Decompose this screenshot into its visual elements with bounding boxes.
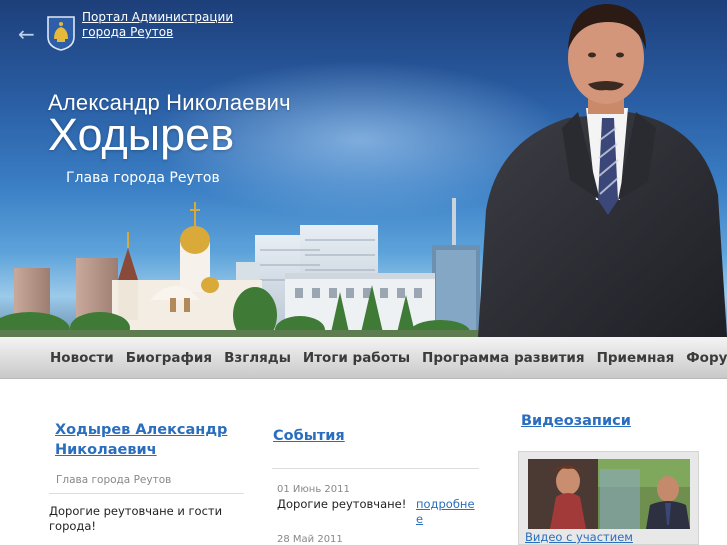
nav-item-news[interactable]: Новости (44, 347, 120, 369)
portal-link-line2: города Реутов (82, 25, 174, 39)
page: ← Портал Администрации города Реутов Але… (0, 0, 727, 545)
city-crest-icon[interactable] (46, 15, 76, 51)
person-surname: Ходырев (48, 109, 235, 160)
nav-item-reception[interactable]: Приемная (591, 347, 681, 369)
nav-item-results[interactable]: Итоги работы (297, 347, 416, 369)
nav-item-biography[interactable]: Биография (120, 347, 218, 369)
nav-item-views[interactable]: Взгляды (218, 347, 297, 369)
events-heading-link[interactable]: События (273, 428, 345, 444)
profile-heading-line1: Ходырев Александр (55, 422, 228, 438)
event-date: 28 Май 2011 (277, 534, 343, 545)
video-thumbnail[interactable] (528, 459, 690, 529)
nav-item-program[interactable]: Программа развития (416, 347, 591, 369)
portal-link-line1: Портал Администрации (82, 10, 234, 24)
divider (272, 468, 479, 469)
city-skyline-image (0, 198, 560, 337)
event-more-link[interactable]: подробнее (416, 497, 478, 527)
profile-heading-line2: Николаевич (55, 442, 157, 458)
portal-link[interactable]: Портал Администрации города Реутов (82, 10, 233, 40)
greeting-line2: города! (49, 519, 97, 533)
header-banner: ← Портал Администрации города Реутов Але… (0, 0, 727, 337)
arrow-left-icon[interactable]: ← (18, 22, 35, 46)
person-portrait-image (478, 4, 727, 337)
event-date: 01 Июнь 2011 (277, 484, 350, 495)
main-nav: Новости Биография Взгляды Итоги работы П… (0, 337, 727, 379)
event-title: Дорогие реутовчане! (277, 497, 407, 511)
videos-heading-link[interactable]: Видеозаписи (521, 413, 631, 429)
greeting-text: Дорогие реутовчане и гости города! (49, 504, 247, 534)
profile-subtitle: Глава города Реутов (56, 474, 172, 486)
divider (49, 493, 244, 494)
nav-item-forum[interactable]: Форум (680, 347, 727, 369)
greeting-line1: Дорогие реутовчане и гости (49, 504, 223, 518)
profile-heading-link[interactable]: Ходырев Александр Николаевич (55, 420, 227, 460)
video-thumbnail-image (528, 459, 690, 529)
video-caption-link[interactable]: Видео с участием (525, 530, 633, 544)
